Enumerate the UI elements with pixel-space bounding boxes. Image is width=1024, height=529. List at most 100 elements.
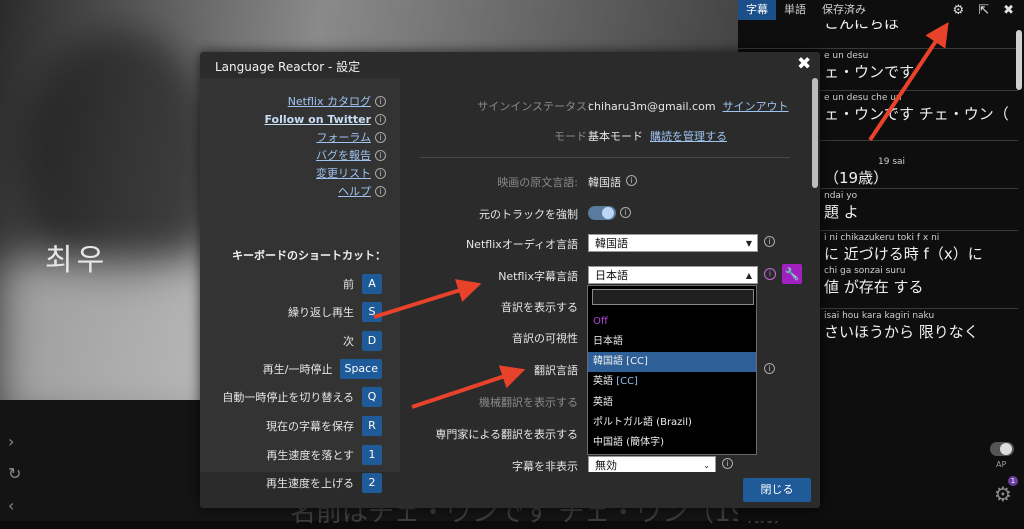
shortcut-row: 再生速度を落とす 1 bbox=[266, 445, 382, 465]
link-row: バグを報告 i bbox=[316, 148, 386, 162]
sub-lang-dropdown[interactable]: Off 日本語 韓国語 [CC] 英語 [CC] 英語 ポルトガル語 (Braz… bbox=[587, 285, 757, 455]
key-badge[interactable]: 2 bbox=[362, 473, 382, 493]
link-row: Netflix カタログ i bbox=[288, 94, 386, 108]
dropdown-option[interactable]: 日本語 bbox=[588, 332, 756, 352]
info-icon[interactable]: i bbox=[620, 207, 631, 218]
link-row: 変更リスト i bbox=[316, 166, 386, 180]
twitter-link[interactable]: Follow on Twitter bbox=[264, 113, 371, 126]
link-row: フォーラム i bbox=[316, 130, 386, 144]
key-badge[interactable]: S bbox=[362, 302, 382, 322]
key-badge[interactable]: Space bbox=[340, 359, 382, 379]
info-icon[interactable]: i bbox=[764, 363, 775, 374]
autopause-toggle[interactable] bbox=[990, 442, 1014, 456]
caret-down-icon: ▼ bbox=[745, 239, 752, 248]
export-icon[interactable]: ⇱ bbox=[978, 3, 989, 18]
info-icon[interactable]: i bbox=[375, 185, 386, 197]
chevron-left-icon[interactable]: ‹ bbox=[8, 496, 22, 528]
orig-lang-value: 韓国語 bbox=[588, 176, 621, 189]
refresh-icon[interactable]: ↻ bbox=[8, 464, 22, 496]
close-icon[interactable]: ✖ bbox=[1003, 3, 1014, 18]
dropdown-option[interactable]: 英語 bbox=[588, 393, 756, 413]
side-panel-scrollbar[interactable] bbox=[1016, 30, 1022, 90]
tab-saved[interactable]: 保存済み bbox=[814, 0, 874, 20]
dropdown-search-input[interactable] bbox=[592, 289, 754, 305]
caret-up-icon: ▲ bbox=[745, 271, 752, 280]
shortcut-row: 再生速度を上げる 2 bbox=[266, 473, 382, 493]
gear-icon[interactable]: ⚙ bbox=[994, 482, 1012, 506]
info-icon[interactable]: i bbox=[375, 113, 386, 125]
chevron-right-icon[interactable]: › bbox=[8, 432, 22, 464]
help-link[interactable]: ヘルプ bbox=[338, 183, 371, 199]
signin-value: chiharu3m@gmail.com サインアウト bbox=[588, 98, 789, 114]
side-tab-icons: ⚙ ⇱ ✖ bbox=[953, 3, 1024, 18]
dropdown-option[interactable]: Off bbox=[588, 312, 756, 332]
modal-left-column: Netflix カタログ i Follow on Twitter i フォーラム i … bbox=[200, 78, 400, 493]
key-badge[interactable]: Q bbox=[362, 387, 382, 407]
divider bbox=[420, 157, 790, 158]
expert-trans-label: 専門家による翻訳を表示する bbox=[435, 428, 578, 441]
info-icon[interactable]: i bbox=[722, 458, 733, 469]
sub-lang-select[interactable]: 日本語 ▲ bbox=[588, 266, 758, 284]
close-button[interactable]: 閉じる bbox=[743, 478, 811, 502]
tab-words[interactable]: 単語 bbox=[776, 0, 814, 20]
audio-lang-label: Netflixオーディオ言語 bbox=[465, 238, 578, 251]
manage-subscription-link[interactable]: 購読を管理する bbox=[650, 130, 727, 143]
translit-visibility-label: 音訳の可視性 bbox=[512, 332, 578, 345]
force-track-toggle[interactable] bbox=[588, 206, 616, 220]
dropdown-option[interactable]: 英語 [CC] bbox=[588, 372, 756, 392]
dropdown-option[interactable]: 中国語 (簡体字) bbox=[588, 433, 756, 453]
audio-lang-select[interactable]: 韓国語 ▼ bbox=[588, 234, 758, 252]
key-badge[interactable]: R bbox=[362, 416, 382, 436]
report-bug-link[interactable]: バグを報告 bbox=[316, 147, 371, 163]
forum-link[interactable]: フォーラム bbox=[316, 129, 371, 145]
list-item[interactable]: こんにちは bbox=[738, 20, 1018, 48]
signin-email: chiharu3m@gmail.com bbox=[588, 100, 716, 113]
signout-link[interactable]: サインアウト bbox=[723, 100, 789, 113]
video-caption: 최우 bbox=[45, 243, 109, 278]
hide-subs-label: 字幕を非表示 bbox=[512, 460, 578, 472]
shortcut-row: 自動一時停止を切り替える Q bbox=[222, 387, 382, 407]
shortcut-row: 繰り返し再生 S bbox=[288, 302, 382, 322]
key-badge[interactable]: 1 bbox=[362, 445, 382, 465]
key-badge[interactable]: D bbox=[362, 331, 382, 351]
left-controls: › ↻ ‹ bbox=[8, 432, 22, 528]
gear-icon[interactable]: ⚙ bbox=[953, 3, 965, 18]
wrench-icon[interactable]: 🔧 bbox=[782, 264, 802, 284]
changelog-link[interactable]: 変更リスト bbox=[316, 165, 371, 181]
sub-lang-label: Netflix字幕言語 bbox=[498, 270, 578, 283]
shortcut-row: 現在の字幕を保存 R bbox=[266, 416, 382, 436]
force-track-label: 元のトラックを強制 bbox=[479, 208, 578, 221]
orig-lang-label: 映画の原文言語: bbox=[497, 176, 578, 189]
side-bottom-controls: AP ⚙ 1 bbox=[960, 440, 1024, 520]
info-icon[interactable]: i bbox=[375, 131, 386, 143]
dropdown-option[interactable]: ポルトガル語 (Brazil) bbox=[588, 413, 756, 433]
info-icon[interactable]: i bbox=[764, 236, 775, 247]
link-row: ヘルプ i bbox=[338, 184, 386, 198]
shortcut-row: 次 D bbox=[343, 331, 382, 351]
translation-lang-label: 翻訳言語 bbox=[534, 364, 578, 377]
shortcut-title: キーボードのショートカット： bbox=[232, 249, 386, 262]
netflix-catalog-link[interactable]: Netflix カタログ bbox=[288, 93, 371, 109]
chevron-down-icon: ⌄ bbox=[703, 461, 710, 470]
shortcut-row: 再生/一時停止 Space bbox=[263, 359, 382, 379]
info-icon[interactable]: i bbox=[626, 175, 637, 186]
mode-value: 基本モード 購読を管理する bbox=[588, 130, 727, 143]
side-tabs: 字幕 単語 保存済み ⚙ ⇱ ✖ bbox=[738, 0, 1024, 20]
info-icon[interactable]: i bbox=[764, 268, 776, 280]
info-icon[interactable]: i bbox=[375, 95, 386, 107]
info-icon[interactable]: i bbox=[375, 167, 386, 179]
modal-title: Language Reactor - 設定 bbox=[215, 60, 361, 74]
hide-subs-select[interactable]: 無効 ⌄ bbox=[588, 456, 716, 472]
link-row: Follow on Twitter i bbox=[264, 112, 386, 126]
ap-label: AP bbox=[996, 460, 1007, 469]
info-icon[interactable]: i bbox=[375, 149, 386, 161]
modal-scrollbar[interactable] bbox=[812, 78, 818, 188]
key-badge[interactable]: A bbox=[362, 274, 382, 294]
shortcut-row: 前 A bbox=[343, 274, 382, 294]
signin-label: サインインステータス： bbox=[477, 100, 598, 113]
close-icon[interactable]: ✖ bbox=[797, 54, 811, 74]
notification-badge: 1 bbox=[1008, 476, 1018, 486]
tab-subtitles[interactable]: 字幕 bbox=[738, 0, 776, 20]
dropdown-option-selected[interactable]: 韓国語 [CC] bbox=[588, 352, 756, 372]
machine-trans-label: 機械翻訳を表示する bbox=[479, 396, 578, 409]
